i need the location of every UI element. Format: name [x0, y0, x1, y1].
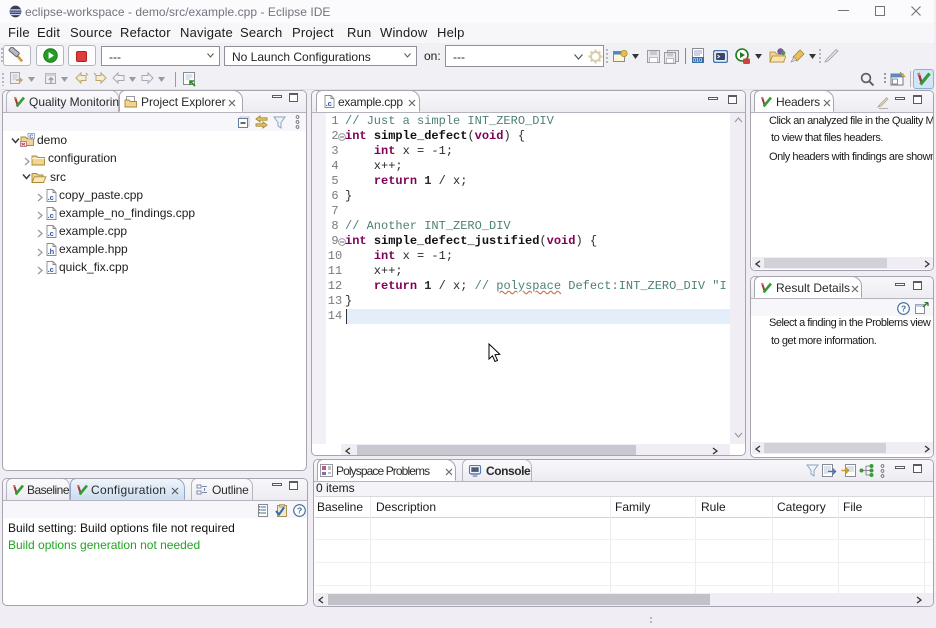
- svg-text:.h: .h: [48, 247, 55, 256]
- svg-text:C: C: [29, 134, 33, 140]
- svg-text:.c: .c: [48, 229, 54, 238]
- svg-text:.c: .c: [48, 211, 54, 220]
- svg-text:.c: .c: [326, 99, 332, 108]
- svg-text:.c: .c: [48, 193, 54, 202]
- svg-text:010: 010: [693, 58, 702, 64]
- svg-text:?: ?: [297, 506, 302, 516]
- svg-text:?: ?: [901, 304, 906, 314]
- svg-text:.c: .c: [48, 265, 54, 274]
